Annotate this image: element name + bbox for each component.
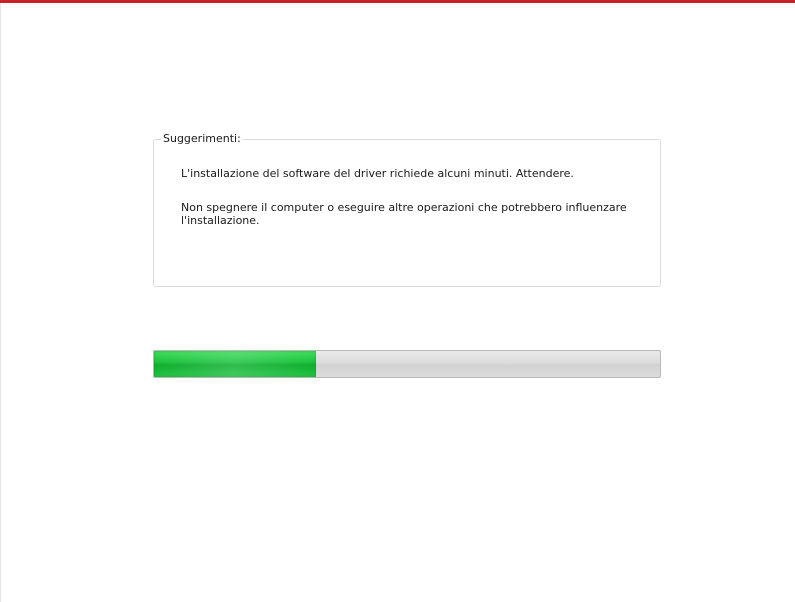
top-accent-bar [0,0,795,3]
tips-groupbox: Suggerimenti: L'installazione del softwa… [153,131,661,287]
progress-glow [154,351,316,377]
tip-install-duration: L'installazione del software del driver … [181,167,574,180]
progress-fill [154,351,316,377]
install-progress-bar [153,350,661,378]
installer-window: Suggerimenti: L'installazione del softwa… [0,0,795,602]
tip-do-not-shutdown: Non spegnere il computer o eseguire altr… [181,201,627,227]
window-left-edge [0,3,1,602]
tips-legend: Suggerimenti: [161,131,243,147]
